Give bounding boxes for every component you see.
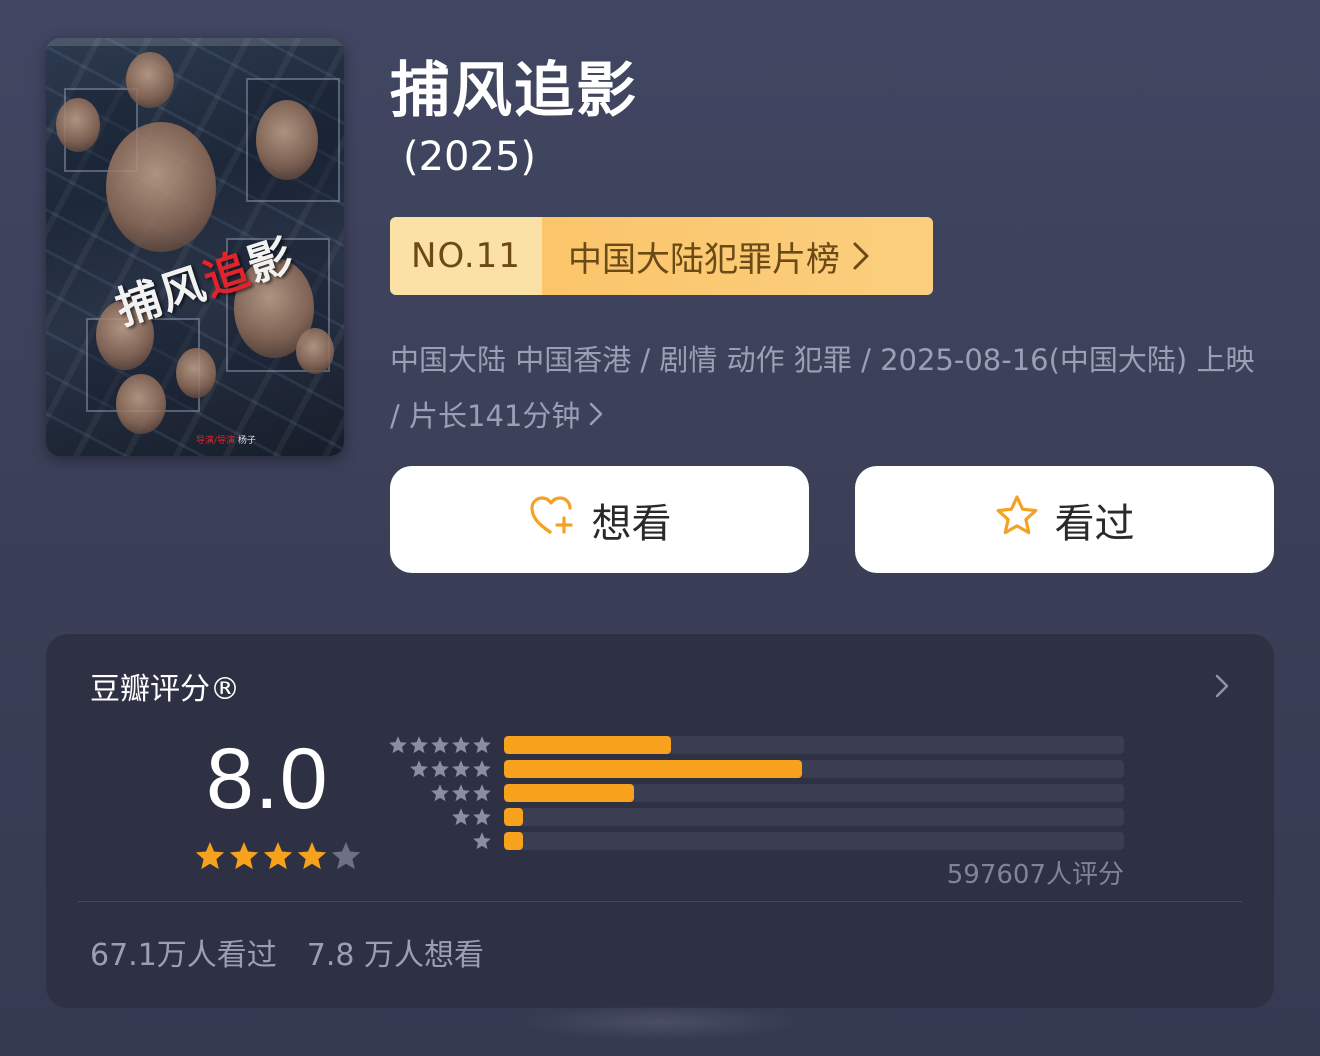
rating-stars — [194, 840, 362, 872]
rating-distribution-row — [382, 782, 1126, 804]
star-small-icon — [452, 736, 470, 754]
rating-level-stars — [451, 807, 492, 827]
star-small-icon — [473, 784, 491, 802]
star-filled-icon — [263, 842, 293, 870]
star-small-icon — [389, 736, 407, 754]
movie-year: (2025) — [403, 134, 537, 180]
divider — [78, 901, 1242, 902]
star-small-icon — [410, 736, 428, 754]
rating-bar-fill — [504, 832, 523, 850]
rating-count: 597607人评分 — [946, 860, 1124, 890]
poster-face — [176, 348, 216, 398]
poster-banner — [46, 38, 344, 46]
star-small-icon — [410, 760, 428, 778]
star-filled-icon — [297, 842, 327, 870]
heart-plus-icon — [528, 494, 576, 546]
star-small-icon — [431, 760, 449, 778]
bottom-indicator — [520, 1004, 800, 1040]
poster-face — [256, 100, 318, 180]
seen-count[interactable]: 67.1万人看过 — [90, 938, 277, 973]
rating-bar-track — [504, 736, 1124, 754]
ranking-badge[interactable]: NO.11 中国大陆犯罪片榜 — [390, 217, 933, 295]
rating-distribution-row — [382, 830, 1126, 852]
chevron-right-icon[interactable] — [1214, 672, 1230, 704]
star-small-icon — [431, 736, 449, 754]
chevron-right-icon — [852, 241, 870, 271]
rating-level-stars — [472, 831, 492, 851]
poster-face — [296, 328, 334, 374]
star-small-icon — [452, 760, 470, 778]
watch-stats: 67.1万人看过 7.8 万人想看 — [90, 930, 484, 974]
want-to-watch-label: 想看 — [591, 500, 672, 547]
rating-bar-track — [504, 784, 1124, 802]
rating-title: 豆瓣评分® — [90, 672, 240, 707]
star-filled-icon — [195, 842, 225, 870]
star-small-icon — [473, 760, 491, 778]
ranking-number: NO.11 — [390, 217, 542, 295]
star-filled-icon — [229, 842, 259, 870]
poster-face — [56, 98, 100, 152]
movie-meta-text: 中国大陆 中国香港 / 剧情 动作 犯罪 / 2025-08-16(中国大陆) … — [390, 343, 1255, 433]
rating-bar-fill — [504, 808, 523, 826]
rating-score: 8.0 — [206, 731, 329, 827]
movie-meta[interactable]: 中国大陆 中国香港 / 剧情 动作 犯罪 / 2025-08-16(中国大陆) … — [390, 332, 1270, 446]
poster-face — [116, 374, 166, 434]
movie-title: 捕风追影 — [390, 56, 638, 126]
rating-bar-fill — [504, 784, 635, 802]
want-count[interactable]: 7.8 万人想看 — [307, 938, 484, 973]
star-small-icon — [473, 736, 491, 754]
rating-distribution-row — [382, 734, 1126, 756]
rating-bar-track — [504, 808, 1124, 826]
rating-card[interactable]: 豆瓣评分® 8.0 597607人评分 67.1万人看过 7.8 万人想看 — [46, 634, 1274, 1008]
rating-level-stars — [388, 735, 492, 755]
star-outline-icon — [995, 494, 1039, 546]
chevron-right-icon — [588, 390, 604, 446]
poster-face — [106, 122, 216, 252]
watched-button[interactable]: 看过 — [855, 466, 1274, 573]
star-small-icon — [431, 784, 449, 802]
rating-bar-track — [504, 760, 1124, 778]
star-small-icon — [473, 832, 491, 850]
star-small-icon — [473, 808, 491, 826]
rating-distribution-row — [382, 806, 1126, 828]
want-to-watch-button[interactable]: 想看 — [390, 466, 809, 573]
watched-label: 看过 — [1054, 500, 1135, 547]
rating-distribution-row — [382, 758, 1126, 780]
rating-bar-fill — [504, 760, 802, 778]
movie-poster[interactable]: 捕风追影 导演/导演 杨子 — [46, 38, 344, 456]
rating-level-stars — [409, 759, 492, 779]
poster-credit: 导演/导演 杨子 — [196, 436, 256, 446]
poster-face — [126, 52, 174, 108]
star-small-icon — [452, 784, 470, 802]
ranking-list: 中国大陆犯罪片榜 — [542, 217, 933, 295]
star-empty-icon — [331, 842, 361, 870]
star-small-icon — [452, 808, 470, 826]
rating-bar-track — [504, 832, 1124, 850]
rating-bar-fill — [504, 736, 672, 754]
ranking-list-name: 中国大陆犯罪片榜 — [568, 239, 840, 280]
rating-level-stars — [430, 783, 492, 803]
